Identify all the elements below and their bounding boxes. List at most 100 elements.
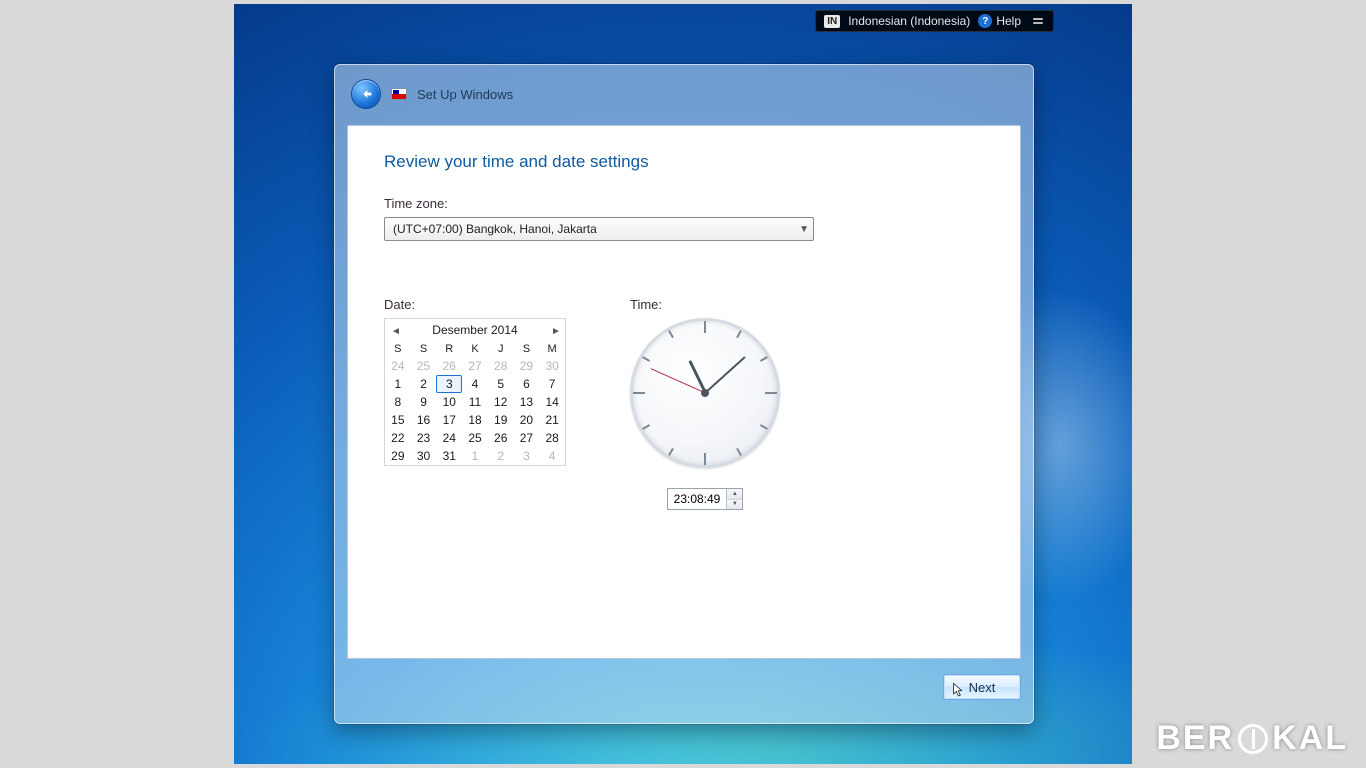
help-icon: ? xyxy=(978,14,992,28)
date-section: Date: ◄ Desember 2014 ► SSRKJSM242526272… xyxy=(384,297,566,510)
calendar-day[interactable]: 23 xyxy=(411,429,437,447)
calendar-day[interactable]: 27 xyxy=(514,429,540,447)
calendar-day[interactable]: 31 xyxy=(436,447,462,465)
calendar-dow: J xyxy=(488,341,514,357)
calendar-day[interactable]: 4 xyxy=(462,375,488,393)
calendar-day[interactable]: 30 xyxy=(411,447,437,465)
clock-tick xyxy=(736,448,742,456)
calendar-next-icon[interactable]: ► xyxy=(551,326,559,334)
clock-tick xyxy=(760,424,768,430)
calendar-day[interactable]: 24 xyxy=(436,429,462,447)
calendar-day[interactable]: 14 xyxy=(539,393,565,411)
clock-tick xyxy=(633,392,645,394)
window-titlebar: Set Up Windows xyxy=(335,65,1033,119)
calendar-day[interactable]: 15 xyxy=(385,411,411,429)
calendar-dow: R xyxy=(436,341,462,357)
clock-tick xyxy=(668,330,674,338)
calendar-day[interactable]: 10 xyxy=(436,393,462,411)
cursor-icon xyxy=(952,682,966,698)
watermark: BERKAL xyxy=(1156,719,1348,758)
clock-tick xyxy=(736,330,742,338)
next-button-label: Next xyxy=(969,680,996,695)
calendar-dow: M xyxy=(539,341,565,357)
page-heading: Review your time and date settings xyxy=(384,152,984,172)
calendar-day[interactable]: 3 xyxy=(436,375,462,393)
calendar-day[interactable]: 1 xyxy=(385,375,411,393)
time-spinner[interactable]: 23:08:49 ▲ ▼ xyxy=(667,488,744,510)
chevron-down-icon: ▼ xyxy=(799,224,809,235)
back-button[interactable] xyxy=(351,79,381,109)
language-bar[interactable]: IN Indonesian (Indonesia) ? Help xyxy=(815,10,1054,32)
watermark-orb-icon xyxy=(1238,724,1268,754)
calendar-day[interactable]: 16 xyxy=(411,411,437,429)
calendar-day[interactable]: 25 xyxy=(462,429,488,447)
clock-pivot xyxy=(701,389,709,397)
time-spin-down[interactable]: ▼ xyxy=(727,500,742,510)
calendar-day[interactable]: 11 xyxy=(462,393,488,411)
calendar-dow: K xyxy=(462,341,488,357)
calendar-day[interactable]: 5 xyxy=(488,375,514,393)
calendar-day: 1 xyxy=(462,447,488,465)
calendar-day: 24 xyxy=(385,357,411,375)
clock-tick xyxy=(760,356,768,362)
desktop-background: IN Indonesian (Indonesia) ? Help Set Up … xyxy=(234,4,1132,764)
calendar-day[interactable]: 17 xyxy=(436,411,462,429)
setup-window: Set Up Windows Review your time and date… xyxy=(334,64,1034,724)
clock-tick xyxy=(642,424,650,430)
calendar-day[interactable]: 21 xyxy=(539,411,565,429)
time-label: Time: xyxy=(630,297,780,312)
calendar-day[interactable]: 6 xyxy=(514,375,540,393)
language-code-badge: IN xyxy=(824,15,840,28)
timezone-select[interactable]: (UTC+07:00) Bangkok, Hanoi, Jakarta ▼ xyxy=(384,217,814,241)
calendar-dow: S xyxy=(514,341,540,357)
calendar-day: 25 xyxy=(411,357,437,375)
windows-flag-icon xyxy=(391,88,407,100)
calendar-dow: S xyxy=(411,341,437,357)
time-spin-up[interactable]: ▲ xyxy=(727,489,742,500)
calendar-day: 30 xyxy=(539,357,565,375)
calendar-day[interactable]: 12 xyxy=(488,393,514,411)
back-arrow-icon xyxy=(358,86,374,102)
window-title: Set Up Windows xyxy=(417,87,513,102)
calendar-day[interactable]: 2 xyxy=(411,375,437,393)
analog-clock xyxy=(630,318,780,468)
calendar-day[interactable]: 26 xyxy=(488,429,514,447)
calendar-day[interactable]: 22 xyxy=(385,429,411,447)
content-panel: Review your time and date settings Time … xyxy=(347,125,1021,659)
help-label: Help xyxy=(996,14,1021,28)
calendar-dow: S xyxy=(385,341,411,357)
clock-tick xyxy=(765,392,777,394)
calendar-day[interactable]: 19 xyxy=(488,411,514,429)
clock-minute-hand xyxy=(704,356,745,394)
timezone-value: (UTC+07:00) Bangkok, Hanoi, Jakarta xyxy=(393,222,597,236)
time-section: Time: 23:08:49 ▲ ▼ xyxy=(630,297,780,510)
date-label: Date: xyxy=(384,297,566,312)
clock-tick xyxy=(704,453,706,465)
calendar-day[interactable]: 7 xyxy=(539,375,565,393)
calendar-day: 28 xyxy=(488,357,514,375)
calendar-day[interactable]: 28 xyxy=(539,429,565,447)
help-link[interactable]: ? Help xyxy=(978,14,1021,28)
calendar-day: 29 xyxy=(514,357,540,375)
calendar-prev-icon[interactable]: ◄ xyxy=(391,326,399,334)
clock-tick xyxy=(704,321,706,333)
calendar[interactable]: ◄ Desember 2014 ► SSRKJSM242526272829301… xyxy=(384,318,566,466)
time-value[interactable]: 23:08:49 xyxy=(668,489,727,509)
calendar-day[interactable]: 20 xyxy=(514,411,540,429)
calendar-day[interactable]: 8 xyxy=(385,393,411,411)
clock-tick xyxy=(642,356,650,362)
calendar-day: 27 xyxy=(462,357,488,375)
calendar-day[interactable]: 13 xyxy=(514,393,540,411)
calendar-day: 2 xyxy=(488,447,514,465)
next-button[interactable]: Next xyxy=(943,674,1021,700)
clock-tick xyxy=(668,448,674,456)
calendar-day: 3 xyxy=(514,447,540,465)
calendar-day: 26 xyxy=(436,357,462,375)
language-name: Indonesian (Indonesia) xyxy=(848,14,970,28)
calendar-day[interactable]: 29 xyxy=(385,447,411,465)
options-handle-icon[interactable] xyxy=(1033,18,1043,24)
timezone-label: Time zone: xyxy=(384,196,984,211)
window-footer: Next xyxy=(347,667,1021,707)
calendar-day[interactable]: 18 xyxy=(462,411,488,429)
calendar-day[interactable]: 9 xyxy=(411,393,437,411)
